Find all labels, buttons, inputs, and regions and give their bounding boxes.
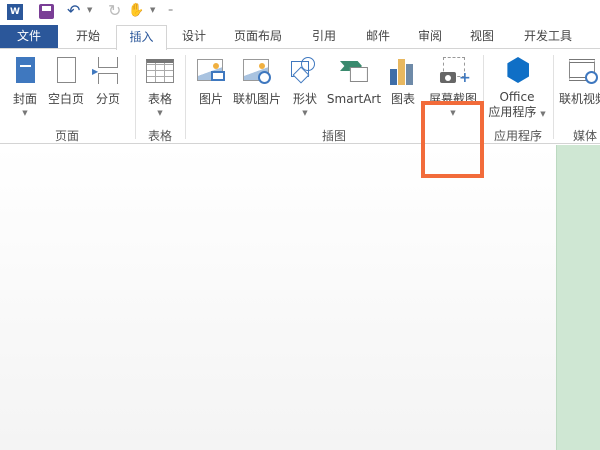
dropdown-arrow-icon: ▼	[540, 110, 546, 118]
ribbon: 封面 ▼ 空白页 ▶ 分页 表格 ▼ 图片 联机图片 形状 ▼ SmartArt 图表…	[0, 48, 600, 178]
cover-page-icon	[9, 55, 41, 87]
office-store-icon	[501, 55, 533, 87]
table-button[interactable]: 表格 ▼	[144, 55, 176, 117]
quick-access-toolbar: W ↶ ▼ ↻ ✋ ▼ ₌	[0, 0, 600, 25]
touch-dropdown-icon[interactable]: ▼	[150, 6, 155, 14]
chart-icon	[387, 55, 419, 87]
page-break-label: 分页	[95, 92, 120, 106]
chart-button[interactable]: 图表	[387, 55, 419, 106]
group-label-pages: 页面	[54, 129, 80, 143]
undo-icon[interactable]: ↶	[67, 1, 80, 20]
undo-dropdown-icon[interactable]: ▼	[87, 6, 92, 14]
office-label: Office	[499, 90, 535, 104]
shapes-label: 形状	[292, 92, 317, 106]
touch-mode-icon[interactable]: ✋	[128, 3, 144, 18]
apps-label: 应用程序	[488, 105, 537, 119]
document-page[interactable]	[556, 145, 600, 450]
tab-developer[interactable]: 开发工具	[514, 25, 582, 49]
pictures-button[interactable]: 图片	[195, 55, 227, 106]
dropdown-arrow-icon: ▼	[22, 109, 28, 117]
online-pictures-button[interactable]: 联机图片	[233, 55, 281, 106]
blank-page-button[interactable]: 空白页	[48, 55, 84, 106]
page-break-icon: ▶	[92, 55, 124, 87]
save-icon[interactable]	[39, 4, 54, 19]
screenshot-icon: +	[437, 55, 471, 87]
online-video-button[interactable]: 联机视频	[559, 55, 600, 106]
smartart-label: SmartArt	[326, 92, 382, 106]
office-apps-button[interactable]: Office 应用程序 ▼	[488, 55, 546, 121]
table-label: 表格	[147, 92, 172, 106]
tab-insert[interactable]: 插入	[116, 25, 167, 50]
shapes-icon	[289, 55, 321, 87]
tab-page-layout[interactable]: 页面布局	[225, 25, 291, 49]
redo-icon[interactable]: ↻	[108, 1, 121, 20]
cover-page-label: 封面	[12, 92, 37, 106]
table-icon	[144, 55, 176, 87]
tab-references[interactable]: 引用	[300, 25, 348, 49]
pictures-label: 图片	[198, 92, 223, 106]
group-divider	[185, 55, 186, 139]
tab-home[interactable]: 开始	[62, 25, 114, 49]
chart-label: 图表	[390, 92, 415, 106]
tab-design[interactable]: 设计	[170, 25, 218, 49]
document-area[interactable]	[0, 145, 600, 450]
smartart-button[interactable]: SmartArt	[327, 55, 381, 106]
blank-page-label: 空白页	[47, 92, 85, 106]
blank-page-icon	[50, 55, 82, 87]
ribbon-tabs: 文件 开始 插入 设计 页面布局 引用 邮件 审阅 视图 开发工具	[0, 25, 600, 50]
cover-page-button[interactable]: 封面 ▼	[9, 55, 41, 117]
group-label-tables: 表格	[147, 129, 173, 143]
shapes-button[interactable]: 形状 ▼	[289, 55, 321, 117]
online-picture-icon	[241, 55, 273, 87]
group-label-illustrations: 插图	[321, 129, 347, 143]
word-logo-icon[interactable]: W	[7, 4, 23, 20]
online-video-icon	[567, 55, 599, 87]
screenshot-highlight-box	[421, 101, 484, 178]
tab-review[interactable]: 审阅	[406, 25, 454, 49]
tab-file[interactable]: 文件	[0, 25, 58, 49]
online-video-label: 联机视频	[558, 92, 600, 106]
group-divider	[553, 55, 554, 139]
group-label-media: 媒体	[572, 129, 598, 143]
page-break-button[interactable]: ▶ 分页	[92, 55, 124, 106]
dropdown-arrow-icon: ▼	[157, 109, 163, 117]
dropdown-arrow-icon: ▼	[302, 109, 308, 117]
online-pictures-label: 联机图片	[232, 92, 282, 106]
customize-icon[interactable]: ₌	[168, 4, 173, 15]
tab-mailings[interactable]: 邮件	[354, 25, 402, 49]
group-divider	[135, 55, 136, 139]
tab-view[interactable]: 视图	[458, 25, 506, 49]
picture-icon	[195, 55, 227, 87]
smartart-icon	[338, 55, 370, 87]
group-label-apps: 应用程序	[493, 129, 543, 143]
